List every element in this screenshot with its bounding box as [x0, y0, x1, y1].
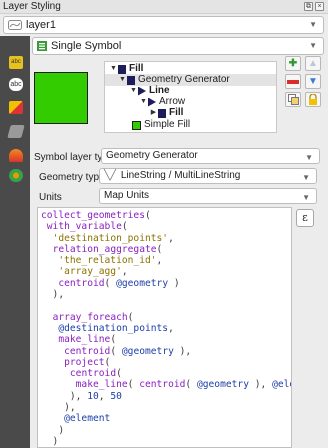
expand-arrow-icon[interactable]: ▼ — [129, 85, 138, 97]
arrow-symbol-icon — [148, 97, 156, 107]
expression-line: make_line( — [58, 334, 117, 346]
geometry-expression-editor[interactable]: collect_geometries( with_variable( 'dest… — [37, 207, 292, 448]
symbol-layer-type-value: Geometry Generator — [106, 150, 198, 161]
diagrams-tab-icon[interactable] — [7, 125, 25, 138]
expression-builder-button[interactable]: ε — [296, 209, 314, 227]
simple-fill-swatch-icon — [132, 120, 141, 130]
labels-tab-icon[interactable]: abc — [9, 56, 23, 69]
expression-line: ), — [41, 402, 76, 414]
layer-select-value: layer1 — [26, 19, 56, 31]
expand-arrow-icon[interactable]: ▼ — [139, 96, 148, 108]
tree-row-fill-nested[interactable]: ▶ Fill — [149, 107, 184, 119]
chevron-down-icon: ▼ — [302, 173, 310, 182]
units-label: Units — [39, 192, 62, 203]
add-symbol-layer-button[interactable]: ✚ — [285, 56, 301, 71]
close-icon[interactable]: × — [315, 2, 324, 11]
duplicate-symbol-layer-button[interactable] — [285, 92, 301, 107]
symbol-layer-tree: ▼ Fill ▼ Geometry Generator ▼ Line ▼ Arr… — [104, 61, 277, 133]
collapsed-arrow-icon[interactable]: ▶ — [149, 107, 158, 119]
panel-titlebar: Layer Styling ⧉ × — [0, 0, 328, 14]
expression-line: 'the_relation_id', — [58, 255, 163, 267]
units-select[interactable]: Map Units ▼ — [99, 188, 317, 204]
expression-line: centroid( — [69, 368, 122, 380]
history-tab-icon[interactable] — [9, 169, 23, 182]
fields-tab-icon[interactable] — [9, 149, 23, 162]
expand-arrow-icon[interactable]: ▼ — [118, 74, 127, 86]
units-value: Map Units — [104, 190, 150, 201]
expression-line: ) — [41, 435, 59, 447]
masks-tab-icon[interactable]: abc — [9, 78, 23, 91]
renderer-select-value: Single Symbol — [51, 40, 122, 52]
expression-line: relation_aggregate( — [52, 243, 163, 255]
expression-line: @element — [64, 413, 111, 425]
fill-symbol-icon — [118, 64, 126, 74]
symbol-preview — [34, 72, 88, 124]
chevron-down-icon: ▼ — [309, 41, 317, 50]
float-icon[interactable]: ⧉ — [304, 2, 313, 11]
geometry-type-label: Geometry type — [39, 172, 105, 183]
line-symbol-icon — [138, 86, 146, 96]
expression-line: collect_geometries( — [41, 210, 151, 221]
move-up-button[interactable]: ▲ — [305, 56, 321, 71]
expression-line: 'array_agg', — [58, 266, 128, 278]
panel-title: Layer Styling — [3, 1, 61, 12]
style-tabs-rail: abc abc — [0, 36, 30, 448]
chevron-down-icon: ▼ — [309, 20, 317, 29]
lock-layer-button[interactable] — [305, 92, 321, 107]
tree-row-simple-fill[interactable]: Simple Fill — [132, 119, 190, 131]
expression-line: @destination_points, — [58, 322, 174, 334]
expression-line: ), — [41, 289, 65, 301]
expression-line: centroid( @geometry ) — [58, 277, 180, 289]
expression-line: with_variable( — [46, 221, 128, 233]
expression-line: make_line( centroid( @geometry ), @eleme… — [75, 379, 291, 391]
layer-select[interactable]: layer1 ▼ — [3, 16, 324, 34]
tree-row-label: Fill — [169, 107, 184, 118]
single-symbol-icon — [37, 41, 47, 51]
remove-symbol-layer-button[interactable] — [285, 74, 301, 89]
symbol-layer-type-select[interactable]: Geometry Generator ▼ — [101, 148, 320, 164]
expression-line: centroid( @geometry ), — [64, 345, 192, 357]
renderer-select[interactable]: Single Symbol ▼ — [32, 37, 324, 55]
geometry-type-value: LineString / MultiLineString — [120, 170, 241, 181]
expression-line: ) — [41, 424, 65, 436]
3d-view-tab-icon[interactable] — [9, 101, 23, 114]
fill-symbol-icon — [127, 75, 135, 85]
layer-icon — [8, 20, 22, 30]
move-down-button[interactable]: ▼ — [305, 74, 321, 89]
expression-line — [41, 300, 291, 311]
expression-line: ), 10, 50 — [41, 390, 122, 402]
chevron-down-icon: ▼ — [302, 193, 310, 202]
linestring-icon: ╲╱ — [104, 170, 117, 181]
expression-line: array_foreach( — [52, 311, 134, 323]
chevron-down-icon: ▼ — [305, 153, 313, 162]
expression-line: project( — [64, 356, 111, 368]
fill-symbol-icon — [158, 108, 166, 118]
expression-line: 'destination_points', — [52, 232, 174, 244]
geometry-type-select[interactable]: ╲╱ LineString / MultiLineString ▼ — [99, 168, 317, 184]
tree-row-label: Simple Fill — [144, 119, 191, 130]
